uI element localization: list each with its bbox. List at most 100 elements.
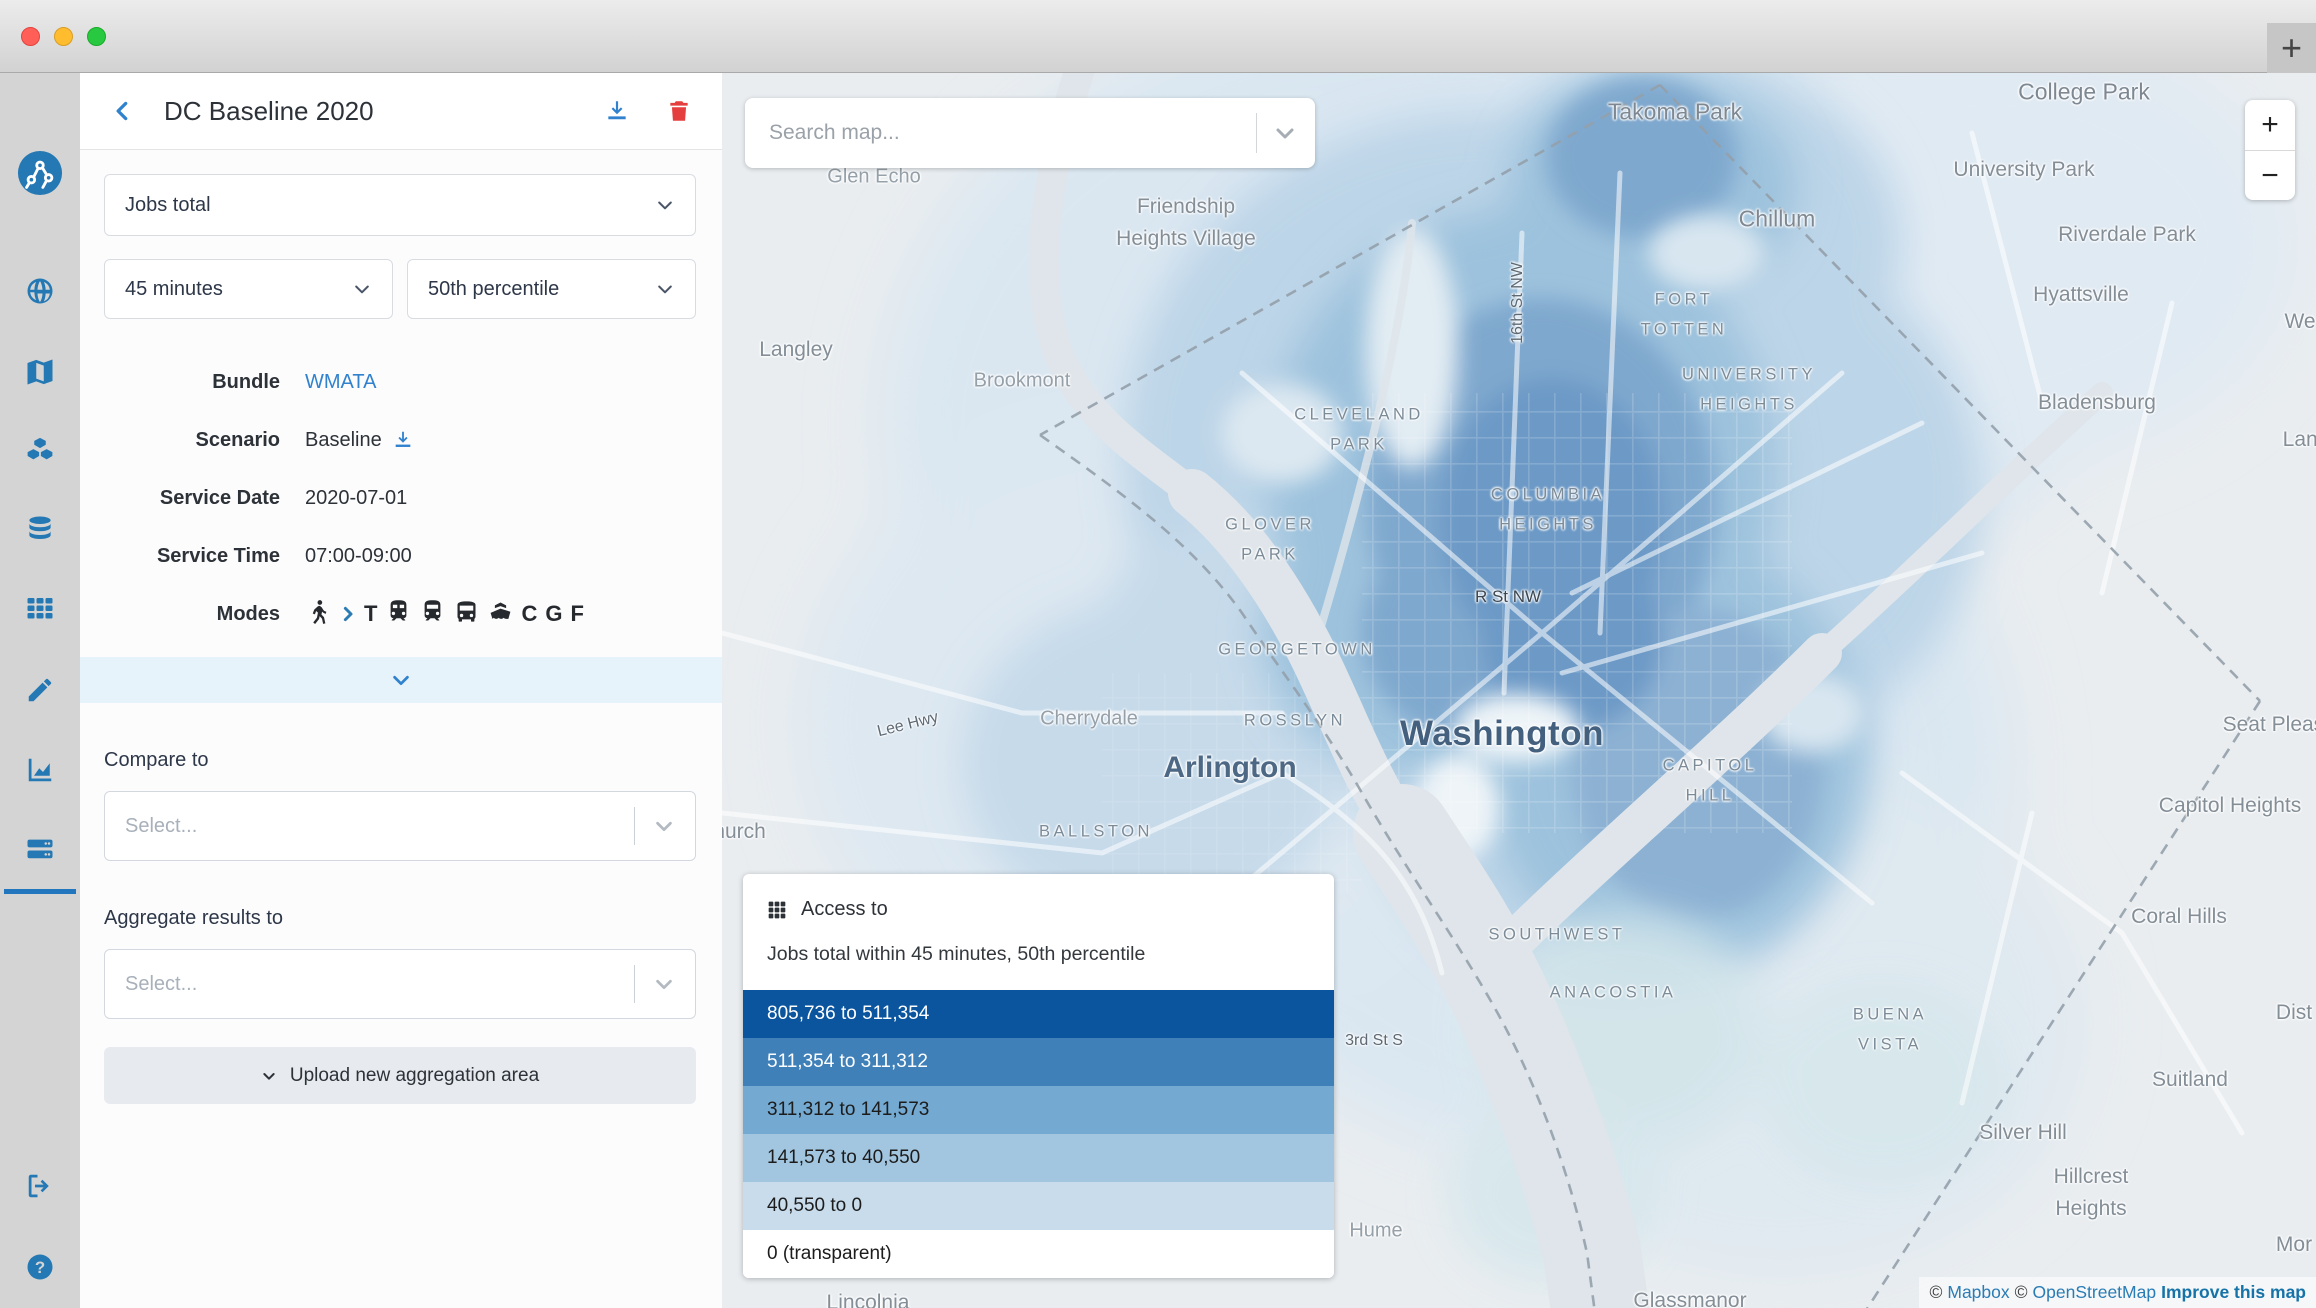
detail-row: Bundle WMATA [104,353,696,411]
map-canvas[interactable]: Glen EchoFriendshipHeights VillageLangle… [722,73,2316,1308]
chevron-down-icon [655,195,675,215]
map-label: Mor [2276,1233,2312,1257]
sidebar-active-indicator [4,889,76,894]
map-label: College Park [2018,79,2150,106]
window-titlebar: + [0,0,2316,73]
map-label: Langley [759,338,833,362]
percentile-select[interactable]: 50th percentile [407,259,696,319]
osm-link[interactable]: OpenStreetMap [2033,1282,2157,1303]
train-icon [385,598,412,631]
map-label: ANACOSTIA [1550,984,1677,1003]
svg-text:?: ? [35,1258,45,1277]
modes-sequence: TCGF [305,598,585,631]
map-label: UNIVERSITY [1682,366,1816,385]
download-scenario-icon[interactable] [392,429,414,451]
zoom-window-button[interactable] [87,27,106,46]
sidebar-item-help-icon[interactable]: ? [16,1243,64,1291]
upload-aggregation-label: Upload new aggregation area [290,1065,539,1087]
map-label: Arlington [1163,751,1296,785]
legend-row: 511,354 to 311,312 [743,1038,1334,1086]
legend-subtitle: Jobs total within 45 minutes, 50th perce… [767,943,1310,966]
upload-aggregation-button[interactable]: Upload new aggregation area [104,1047,696,1104]
sidebar-item-sign-out-icon[interactable] [16,1162,64,1210]
cutoff-select-value: 45 minutes [125,278,223,301]
tram-icon [419,598,446,631]
zoom-control: + − [2245,100,2295,200]
chevron-right-icon [339,605,357,623]
improve-map-link[interactable]: Improve this map [2161,1282,2306,1303]
close-window-button[interactable] [21,27,40,46]
map-label: Dist [2276,1001,2312,1025]
detail-row: ScenarioBaseline [104,411,696,469]
sidebar-item-globe-icon[interactable] [16,267,64,315]
legend-row: 311,312 to 141,573 [743,1086,1334,1134]
chevron-down-icon [653,815,675,837]
map-label: HEIGHTS [1700,396,1798,415]
search-input[interactable] [769,121,1240,145]
map-label: HILL [1686,787,1735,806]
compare-select[interactable]: Select... [104,791,696,861]
map-label: SOUTHWEST [1489,926,1626,945]
chevron-down-icon [261,1068,277,1084]
sidebar: ? [0,73,80,1308]
mode-letter: G [545,601,563,627]
sidebar-item-server-icon[interactable] [16,825,64,873]
percentile-select-value: 50th percentile [428,278,559,301]
map-label: BALLSTON [1039,823,1153,842]
chevron-down-icon [653,973,675,995]
map-label: Capitol Heights [2159,794,2301,818]
sidebar-item-grid-icon[interactable] [16,584,64,632]
grid-icon [767,900,787,920]
sidebar-item-pencil-icon[interactable] [16,666,64,714]
map-label: Riverdale Park [2058,223,2196,247]
legend-rows: 805,736 to 511,354511,354 to 311,312311,… [743,990,1334,1278]
sidebar-item-chart-area-icon[interactable] [16,746,64,794]
mapbox-link[interactable]: Mapbox [1947,1282,2009,1303]
map-label: CLEVELAND [1294,406,1424,425]
chevron-down-icon[interactable] [1273,121,1297,145]
mode-letter: C [521,601,538,627]
chevron-down-icon [352,279,372,299]
map-label: Silver Hill [1979,1121,2067,1145]
download-icon[interactable] [604,98,630,124]
expand-settings-button[interactable] [80,657,722,703]
cutoff-select[interactable]: 45 minutes [104,259,393,319]
mode-letter: F [570,601,584,627]
minimize-window-button[interactable] [54,27,73,46]
detail-row: Service Time07:00-09:00 [104,527,696,585]
map-label: FORT [1655,291,1714,310]
access-legend: Access to Jobs total within 45 minutes, … [743,874,1334,1278]
panel-header: DC Baseline 2020 [80,73,722,150]
map-label: We [2284,310,2315,334]
map-label: VISTA [1858,1036,1922,1055]
map-label: Glen Echo [827,166,920,189]
walk-icon [305,598,332,631]
detail-row: Service Date2020-07-01 [104,469,696,527]
grid-select[interactable]: Jobs total [104,174,696,236]
page-title: DC Baseline 2020 [164,96,374,127]
ferry-icon [487,598,514,631]
trash-icon[interactable] [666,98,692,124]
aggregate-select[interactable]: Select... [104,949,696,1019]
back-button[interactable] [110,98,136,124]
map-label: Takoma Park [1608,99,1742,126]
detail-value: 07:00-09:00 [305,545,412,568]
map-search-box [745,98,1315,168]
zoom-out-button[interactable]: − [2245,150,2295,200]
bundle-link[interactable]: WMATA [305,371,376,394]
analysis-panel: DC Baseline 2020 Jobs total 45 minutes [80,73,722,1308]
map-label: University Park [1953,158,2094,182]
map-label: BUENA [1853,1006,1927,1025]
map-label: HEIGHTS [1499,516,1597,535]
sidebar-item-blocks-icon[interactable] [16,426,64,474]
detail-value: TCGF [305,598,585,631]
map-label: CAPITOL [1663,757,1758,776]
sidebar-item-map-icon[interactable] [16,348,64,396]
legend-row: 141,573 to 40,550 [743,1134,1334,1182]
sidebar-item-conveyal-logo-icon[interactable] [16,149,64,197]
bus-icon [453,598,480,631]
new-tab-button[interactable]: + [2267,23,2316,73]
zoom-in-button[interactable]: + [2245,100,2295,150]
detail-label: Bundle [104,371,280,394]
sidebar-item-database-icon[interactable] [16,505,64,553]
